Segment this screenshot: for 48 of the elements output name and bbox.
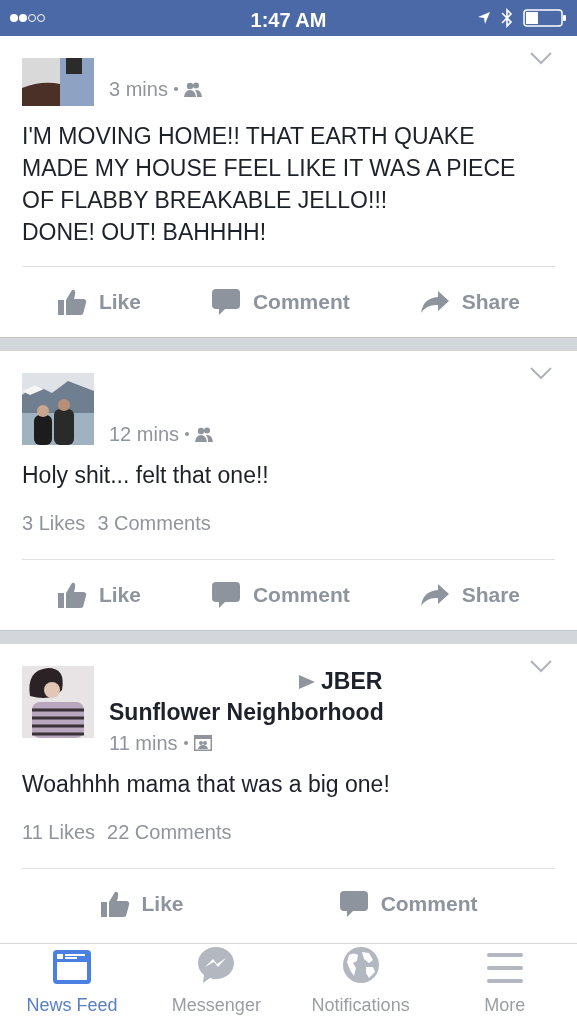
group-name: JBER [321,667,383,696]
post-time: 12 mins [109,422,180,447]
post-text: Holy shit... felt that one!! [22,461,270,490]
speech-bubble-icon [338,890,369,918]
share-arrow-icon [419,583,450,607]
bluetooth-icon [501,8,513,28]
group-name: Sunflower Neighborhood [109,698,384,727]
post-time: 3 mins [109,77,168,102]
chevron-down-icon[interactable] [530,367,552,380]
like-button[interactable]: Like [99,888,184,920]
thumbs-up-icon [56,581,87,609]
post-text: Woahhhh mama that was a big one! [22,770,391,799]
post-time: 11 mins [109,731,178,756]
chevron-down-icon[interactable] [530,52,552,65]
menu-icon [485,952,524,984]
share-button[interactable]: Share [419,286,520,318]
likes-count[interactable]: 3 Likes [22,509,86,537]
speech-bubble-icon [210,581,241,609]
share-button[interactable]: Share [419,579,520,611]
speech-bubble-icon [210,288,241,316]
thumbs-up-icon [56,288,87,316]
battery-icon [523,9,567,27]
friends-icon [183,81,202,97]
post-text: DONE! OUT! BAHHHH! [22,218,268,247]
share-arrow-icon [419,290,450,314]
location-icon [477,11,491,25]
comment-button[interactable]: Comment [338,888,478,920]
comment-button[interactable]: Comment [210,286,350,318]
friends-icon [195,426,214,442]
likes-count[interactable]: 11 Likes [22,818,95,846]
chat-bubble-icon [197,946,236,984]
clock-time: 1:47 AM [250,8,327,33]
group-icon [193,735,212,751]
tab[interactable]: Messenger [144,944,289,1024]
chevron-down-icon[interactable] [530,660,552,673]
comment-button[interactable]: Comment [210,579,350,611]
thumbs-up-icon [99,890,130,918]
tab[interactable]: More [432,944,577,1024]
comments-count[interactable]: 22 Comments [107,818,232,846]
news-feed-icon [53,950,92,984]
like-button[interactable]: Like [56,286,141,318]
tab[interactable]: News Feed [0,944,145,1024]
triangle-right-icon [299,673,315,690]
globe-icon [341,946,380,984]
comments-count[interactable]: 3 Comments [97,509,211,537]
like-button[interactable]: Like [56,579,141,611]
post-text: I'M MOVING HOME!! THAT EARTH QUAKE MADE MY HOUSE FEEL LIKE IT WAS A PIECE OF FLABBY BREAKABLE JELLO!!! [22,122,517,215]
tab[interactable]: Notifications [288,944,433,1024]
